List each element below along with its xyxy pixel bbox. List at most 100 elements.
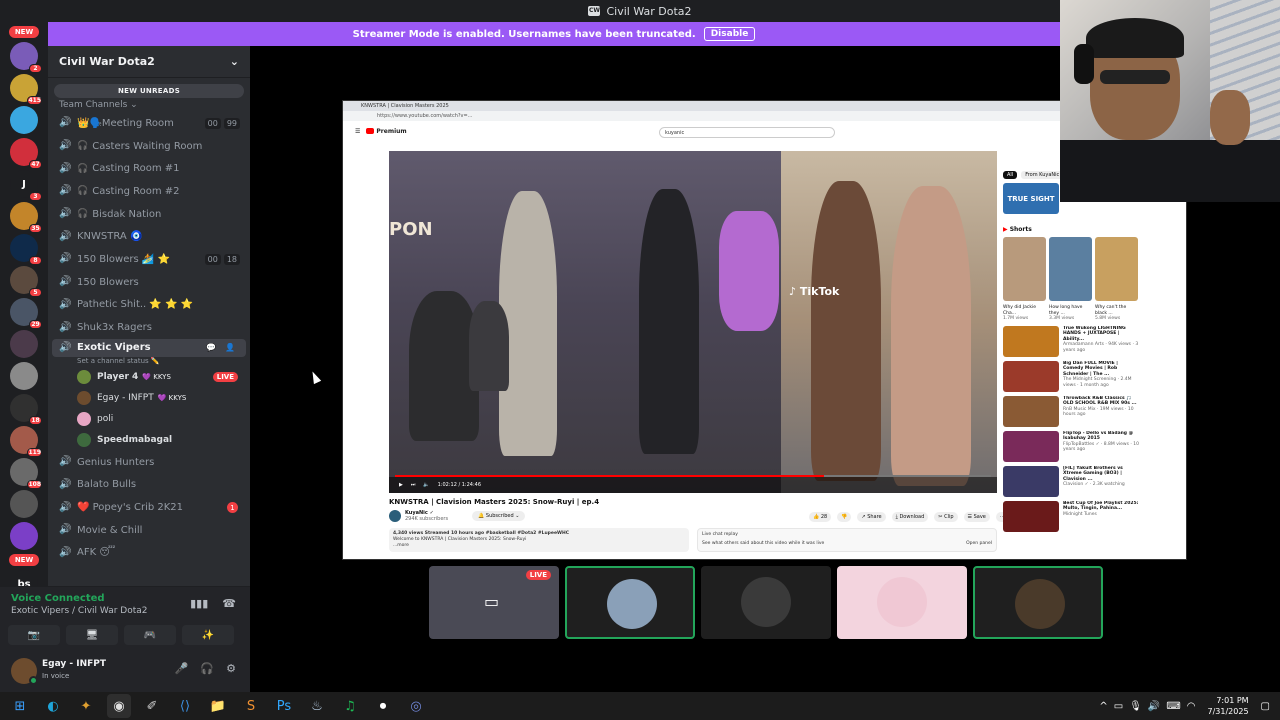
voice-user[interactable]: poli [48,409,250,430]
gear-icon[interactable]: ⚙ [226,662,236,675]
server-icon[interactable]: 119 [10,426,42,457]
voice-channel[interactable]: 🔊 🎧 Casting Room #2 [48,180,250,203]
voice-channel[interactable]: 🔊 KNWSTRA 🧿 [48,225,250,248]
voice-channel[interactable]: 🔊 150 Blowers [48,271,250,294]
sublime-icon[interactable]: S [239,694,263,718]
participant-tile[interactable] [973,566,1103,639]
server-icon[interactable]: 35 [10,202,42,233]
microphone-icon[interactable]: 🎙 [1129,701,1142,712]
volume-icon[interactable]: 🔈 [423,482,429,488]
open-panel-button: Open panel [966,541,992,546]
server-icon[interactable]: J3 [10,170,42,201]
vscode-icon[interactable]: ⟨⟩ [173,694,197,718]
obs-icon[interactable]: ⏺ [371,694,395,718]
new-label: NEW [9,554,39,566]
server-icon[interactable]: 2 [10,42,42,73]
voice-channel[interactable]: 🔊 ❤️ Popey's Crib 2K21 1 [48,496,250,519]
play-icon[interactable]: ▶ [399,482,403,488]
wifi-icon[interactable]: ◠ [1187,701,1196,712]
short-thumbnail [1003,237,1046,301]
taskbar: ⊞ ◐ ✦ ◉ ✐ ⟨⟩ 📁 S Ps ♨ ♫ ⏺ ◎ ^ ▭ 🎙 🔊 ⌨ ◠ 7:01 PM 7/31… [0,692,1280,720]
channel-status[interactable]: Set a channel status ✏️ [48,357,250,367]
server-icon[interactable] [10,330,38,358]
channel-exotic-vipers[interactable]: 🔊 Exotic Vipers 💬 👤 [52,338,246,357]
discord-icon[interactable]: ◎ [404,694,428,718]
recommendation-title: Best Cup Of Joe Playlist 2025: Multo, Ti… [1063,500,1139,512]
chevron-up-icon[interactable]: ^ [1099,701,1107,712]
chrome-icon[interactable]: ◉ [107,694,131,718]
screen-share-icon[interactable]: 🖥 [66,625,118,645]
voice-user[interactable]: Egay - INFPT 💜 KKYS [48,388,250,409]
voice-connected-channel[interactable]: Exotic Vipers / Civil War Dota2 [11,606,148,616]
mention-badge: 5 [29,288,42,297]
chat-icon[interactable]: 💬 [203,342,219,353]
camera-off-icon[interactable]: 📷 [8,625,60,645]
server-icon[interactable]: 5 [10,266,42,297]
app-icon[interactable]: ✐ [140,694,164,718]
copilot-icon[interactable]: ✦ [74,694,98,718]
mention-badge: 2 [29,64,42,73]
voice-channel[interactable]: 🔊 Movie & Chill [48,519,250,542]
headphones-icon[interactable]: 🎧 [200,662,214,675]
photoshop-icon[interactable]: Ps [272,694,296,718]
notification-icon[interactable]: ▢ [1261,701,1270,712]
microphone-icon[interactable]: 🎤 [175,662,189,675]
next-icon[interactable]: ⏭ [411,482,416,488]
voice-connected-panel: Voice Connected Exotic Vipers / Civil Wa… [0,586,250,650]
server-icon[interactable] [10,106,38,134]
server-icon[interactable] [10,490,38,518]
webcam-hair [1086,18,1184,58]
mention-badge: 8 [29,256,42,265]
clock[interactable]: 7:01 PM 7/31/2025 [1208,695,1249,717]
windows-icon[interactable]: ⊞ [8,694,32,718]
disconnect-icon[interactable]: ☎ [222,597,236,610]
soundboard-icon[interactable]: ✨ [182,625,234,645]
voice-channel[interactable]: 🔊 🎧 Bisdak Nation [48,203,250,226]
disable-streamer-mode-button[interactable]: Disable [703,27,756,41]
participant-tile[interactable] [565,566,695,639]
short-title: How long have they ... [1049,305,1083,316]
server-icon[interactable]: 8 [10,234,42,265]
voice-channel[interactable]: 🔊 🎧 Casters Waiting Room [48,135,250,158]
server-icon[interactable] [10,522,38,550]
subscriber-count: 294K subscribers [405,516,449,522]
voice-user[interactable]: Player 4 💜 KKYS LIVE [48,367,250,388]
description-more: ...more [393,543,409,548]
voice-channel[interactable]: 🔊 👑🗣️Meeting Room 00 99 [48,112,250,135]
voice-channel[interactable]: 🔊 🎧 Casting Room #1 [48,157,250,180]
edge-icon[interactable]: ◐ [41,694,65,718]
participant-tile[interactable] [701,566,831,639]
participant-tile[interactable] [837,566,967,639]
channel-category[interactable]: Team Channels ⌄ [48,98,250,112]
voice-channel[interactable]: 🔊 Pathetic Shit.. ⭐ ⭐ ⭐ [48,294,250,317]
voice-user[interactable]: Speedmabagal [48,430,250,451]
recommendation-thumbnail: TRUE SIGHT [1003,183,1059,214]
server-icon[interactable]: 18 [10,394,42,425]
video-title: KNWSTRA | Clavision Masters 2025: Snow-R… [389,498,600,506]
speaker-icon[interactable]: 🔊 [1148,701,1160,712]
server-icon[interactable]: 29 [10,298,42,329]
server-icon[interactable] [10,362,38,390]
signal-icon[interactable]: ▮▮▮ [190,597,208,610]
voice-channel[interactable]: 🔊 Balato Bulls [48,474,250,497]
camera-icon[interactable]: ▭ [1114,701,1123,712]
voice-channel[interactable]: 🔊 Genius Hunters [48,451,250,474]
add-user-icon[interactable]: 👤 [222,342,238,353]
server-icon[interactable]: 47 [10,138,42,169]
voice-channel[interactable]: 🔊 Shuk3x Ragers [48,316,250,339]
guild-header[interactable]: Civil War Dota2 ⌄ [48,46,250,78]
steam-icon[interactable]: ♨ [305,694,329,718]
participant-tile[interactable]: ▭ LIVE [429,566,559,639]
activity-icon[interactable]: 🎮 [124,625,176,645]
new-unreads-pill[interactable]: NEW UNREADS [54,84,244,98]
explorer-icon[interactable]: 📁 [206,694,230,718]
server-icon[interactable]: 415 [10,74,42,105]
user-name[interactable]: Egay - INFPT [42,659,106,669]
keyboard-icon[interactable]: ⌨ [1166,701,1180,712]
voice-channel[interactable]: 🔊 150 Blowers 🏄 ⭐ 00 18 [48,248,250,271]
voice-connected-title[interactable]: Voice Connected [11,593,105,604]
youtube-search: kuyanic [659,127,835,138]
server-icon[interactable]: 108 [10,458,42,489]
voice-channel[interactable]: 🔊 AFK 😴 [48,542,250,565]
spotify-icon[interactable]: ♫ [338,694,362,718]
